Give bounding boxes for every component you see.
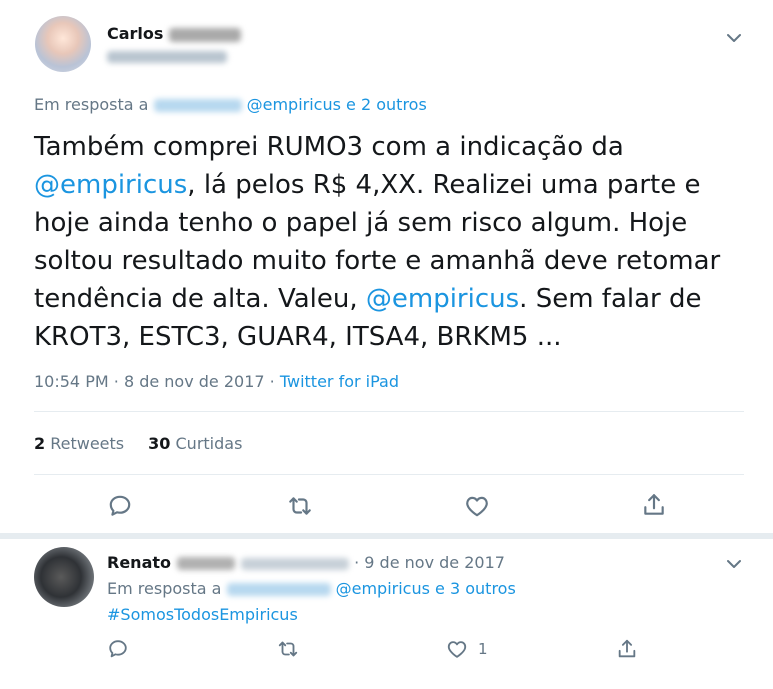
retweets-stat[interactable]: 2 Retweets bbox=[34, 434, 124, 453]
tweet-text: Também comprei RUMO3 com a indicação da … bbox=[34, 128, 739, 356]
blurred-surname bbox=[177, 557, 235, 570]
replying-prefix: Em resposta a bbox=[107, 579, 222, 598]
reply-actions: 1 bbox=[0, 637, 773, 667]
author-first-name[interactable]: Carlos bbox=[107, 24, 163, 43]
tweet-stats: 2 Retweets 30 Curtidas bbox=[34, 434, 242, 453]
tweet-time[interactable]: 10:54 PM bbox=[34, 372, 109, 391]
share-icon bbox=[644, 494, 664, 515]
share-button[interactable] bbox=[616, 637, 638, 661]
reply-button[interactable] bbox=[107, 493, 137, 523]
hashtag-link[interactable]: #SomosTodosEmpiricus bbox=[107, 605, 298, 624]
mention-link[interactable]: @empiricus bbox=[34, 170, 187, 200]
retweet-icon bbox=[289, 497, 311, 515]
retweets-count: 2 bbox=[34, 434, 46, 453]
reply-header: Renato · 9 de nov de 2017 bbox=[107, 553, 505, 572]
others-link[interactable]: e 3 outros bbox=[435, 579, 516, 598]
blurred-handle[interactable] bbox=[241, 557, 349, 570]
separator bbox=[34, 474, 744, 475]
like-icon bbox=[447, 641, 467, 658]
others-link[interactable]: e 2 outros bbox=[346, 95, 427, 114]
blurred-mention[interactable] bbox=[226, 583, 331, 596]
like-icon bbox=[466, 496, 488, 517]
replying-prefix: Em resposta a bbox=[34, 95, 149, 114]
share-button[interactable] bbox=[641, 492, 671, 522]
avatar[interactable] bbox=[35, 16, 91, 72]
tweet-date[interactable]: 8 de nov de 2017 bbox=[124, 372, 265, 391]
blurred-mention[interactable] bbox=[153, 99, 242, 112]
avatar[interactable] bbox=[34, 547, 94, 607]
separator-dot: · bbox=[269, 372, 275, 391]
like-button[interactable] bbox=[464, 493, 494, 523]
tweet-timestamp: 10:54 PM · 8 de nov de 2017 · Twitter fo… bbox=[34, 372, 399, 391]
blurred-surname bbox=[169, 27, 242, 42]
replying-to: Em resposta a @empiricus e 2 outros bbox=[34, 95, 427, 114]
like-button[interactable]: 1 bbox=[446, 637, 488, 661]
reply-text: #SomosTodosEmpiricus bbox=[107, 605, 298, 624]
main-tweet: Carlos Em resposta a @empiricus e 2 outr… bbox=[0, 0, 773, 540]
mention-link[interactable]: @empiricus bbox=[336, 579, 430, 598]
likes-count: 30 bbox=[148, 434, 171, 453]
source-link[interactable]: Twitter for iPad bbox=[280, 372, 399, 391]
chevron-down-icon[interactable] bbox=[727, 554, 741, 568]
like-count: 1 bbox=[478, 640, 488, 658]
replying-to: Em resposta a @empiricus e 3 outros bbox=[107, 579, 516, 598]
reply-author-name[interactable]: Renato bbox=[107, 553, 171, 572]
reply-tweet[interactable]: Renato · 9 de nov de 2017 Em resposta a … bbox=[0, 539, 773, 689]
retweet-icon bbox=[278, 641, 298, 657]
tweet-actions bbox=[0, 486, 773, 526]
mention-link[interactable]: @empiricus bbox=[366, 284, 519, 314]
reply-date[interactable]: 9 de nov de 2017 bbox=[364, 553, 505, 572]
retweet-button[interactable] bbox=[277, 637, 299, 661]
likes-stat[interactable]: 30 Curtidas bbox=[148, 434, 242, 453]
separator bbox=[34, 411, 744, 412]
reply-icon bbox=[109, 495, 131, 516]
likes-label: Curtidas bbox=[175, 434, 243, 453]
text-segment: Também comprei RUMO3 com a indicação da bbox=[34, 132, 624, 162]
author-handle[interactable] bbox=[107, 49, 227, 65]
author-name[interactable]: Carlos bbox=[107, 24, 242, 43]
chevron-down-icon[interactable] bbox=[727, 28, 741, 42]
retweet-button[interactable] bbox=[287, 493, 317, 523]
separator-dot: · bbox=[113, 372, 119, 391]
reply-button[interactable] bbox=[107, 637, 129, 661]
retweets-label: Retweets bbox=[50, 434, 125, 453]
separator-dot: · bbox=[354, 553, 360, 572]
reply-icon bbox=[109, 640, 127, 658]
share-icon bbox=[618, 639, 636, 658]
mention-link[interactable]: @empiricus bbox=[247, 95, 341, 114]
blurred-handle bbox=[107, 51, 227, 63]
